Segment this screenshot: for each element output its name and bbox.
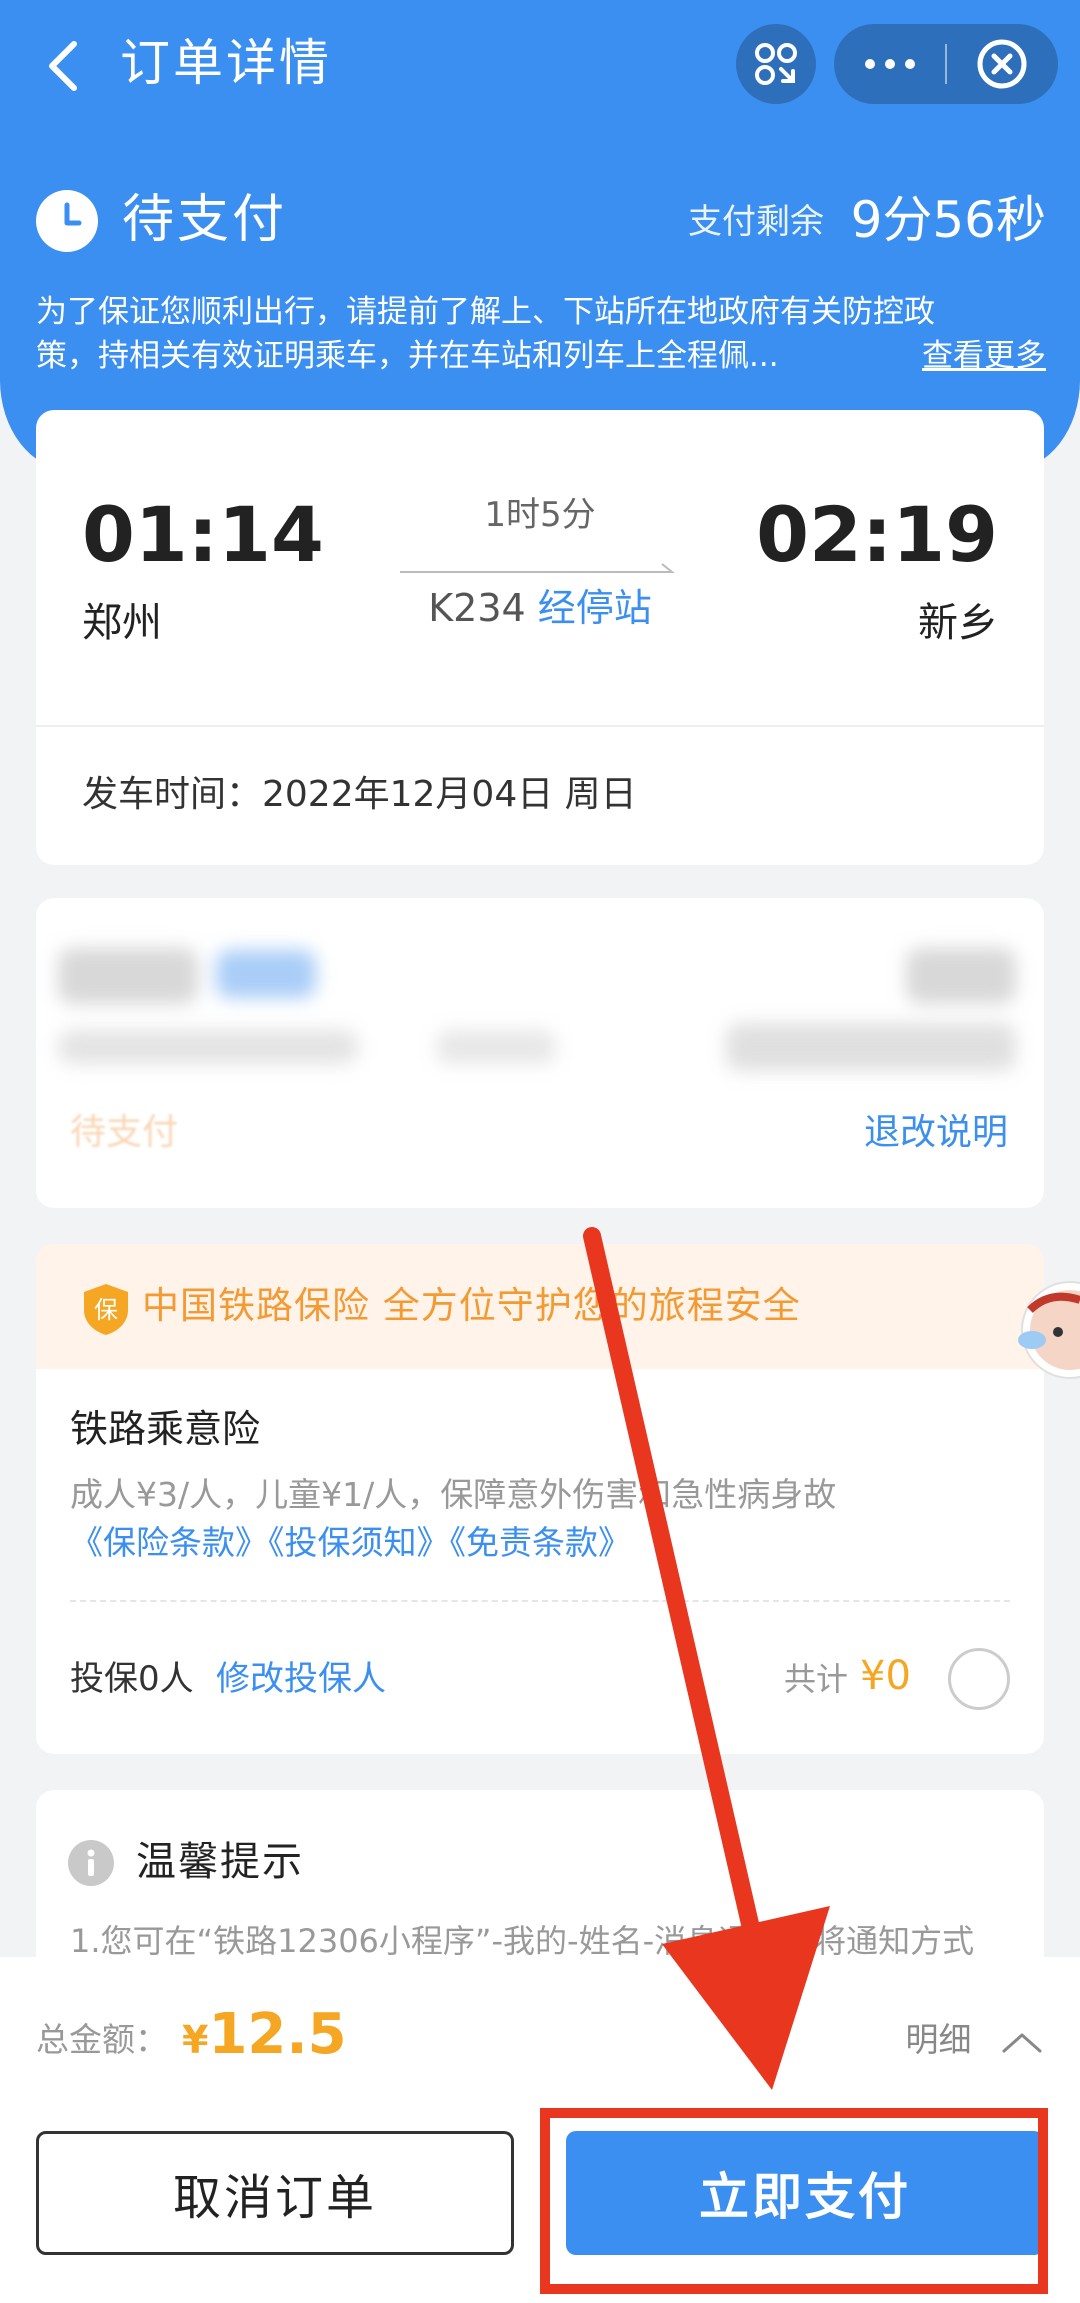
- info-icon: [68, 1840, 114, 1886]
- cancel-order-button[interactable]: 取消订单: [36, 2131, 514, 2255]
- nav-bar: 订单详情: [0, 0, 1080, 130]
- remaining-label: 支付剩余: [688, 202, 824, 242]
- back-button[interactable]: [36, 30, 96, 100]
- dashed-divider: [70, 1600, 1010, 1602]
- departure-station: 郑州: [82, 600, 162, 646]
- close-circle-icon: [977, 39, 1027, 89]
- redacted-ticket-type: [216, 950, 316, 998]
- more-dots-icon: [865, 59, 915, 69]
- departure-datetime: 发车时间：2022年12月04日 周日: [82, 774, 637, 815]
- divider: [36, 725, 1044, 727]
- insurance-terms-links[interactable]: 《保险条款》《投保须知》《免责条款》: [70, 1520, 631, 1566]
- refund-rules-link[interactable]: 退改说明: [864, 1108, 1008, 1158]
- direction-arrow-icon: [400, 563, 675, 573]
- total-label: 总金额：: [36, 2020, 168, 2059]
- total-amount: ¥12.5: [182, 1997, 347, 2086]
- redacted-seat-number: [726, 1023, 1016, 1071]
- passenger-status: 待支付: [70, 1112, 179, 1153]
- insurance-product-title: 铁路乘意险: [70, 1407, 261, 1451]
- modify-insured-link[interactable]: 修改投保人: [216, 1654, 386, 1704]
- redacted-passenger-name: [58, 948, 198, 1004]
- trip-card: 01:14 郑州 1时5分 K234 经停站 02:19 新乡 发车时间：2022…: [36, 410, 1044, 865]
- insurance-banner: 保 中国铁路保险 全方位守护您的旅程安全: [36, 1244, 1044, 1369]
- insurance-card: 保 中国铁路保险 全方位守护您的旅程安全 铁路乘意险 成人¥3/人，儿童¥1/人…: [36, 1244, 1044, 1754]
- insurance-total-value: ¥0: [860, 1653, 911, 1699]
- shield-icon: 保: [84, 1284, 128, 1335]
- chevron-up-icon: [1002, 2033, 1042, 2052]
- mini-program-capsule: [834, 24, 1058, 104]
- redacted-seat-price: [906, 948, 1016, 1004]
- insurance-total-label: 共计: [784, 1660, 849, 1698]
- notice-line-2: 策，持相关有效证明乘车，并在车站和列车上全程佩...: [36, 338, 779, 374]
- clock-icon: [36, 190, 98, 252]
- passenger-card: 待支付 退改说明: [36, 898, 1044, 1208]
- total-amount-value: 12.5: [208, 2002, 347, 2067]
- train-number: K234: [428, 586, 526, 630]
- see-more-link[interactable]: 查看更多: [922, 334, 1046, 378]
- epidemic-notice: 为了保证您顺利出行，请提前了解上、下站所在地政府有关防控政 策，持相关有效证明乘…: [36, 290, 1046, 378]
- notice-line-2-row: 策，持相关有效证明乘车，并在车站和列车上全程佩... 查看更多: [36, 334, 1046, 378]
- insurance-description: 成人¥3/人，儿童¥1/人，保障意外伤害和急性病身故: [70, 1475, 837, 1514]
- close-button[interactable]: [946, 24, 1058, 104]
- redacted-seat-info: [436, 1030, 556, 1064]
- scan-icon: [755, 43, 797, 85]
- insured-count: 投保0人: [70, 1659, 194, 1699]
- redacted-id-number: [58, 1030, 358, 1064]
- trip-duration: 1时5分: [484, 495, 596, 535]
- scan-button[interactable]: [736, 24, 816, 104]
- tips-title: 温馨提示: [136, 1839, 304, 1885]
- shield-badge-text: 保: [94, 1296, 118, 1324]
- highlight-box: [540, 2108, 1048, 2294]
- price-detail-toggle[interactable]: 明细: [906, 2015, 1045, 2065]
- stops-link[interactable]: 经停站: [538, 586, 652, 630]
- page-title: 订单详情: [120, 34, 332, 92]
- remaining-time: 9分56秒: [850, 191, 1046, 249]
- order-status: 待支付: [122, 190, 288, 250]
- arrival-time: 02:19: [756, 490, 998, 579]
- notice-line-1: 为了保证您顺利出行，请提前了解上、下站所在地政府有关防控政: [36, 294, 935, 330]
- currency-symbol: ¥: [182, 2018, 209, 2062]
- departure-time: 01:14: [82, 490, 324, 579]
- detail-label: 明细: [905, 2020, 972, 2059]
- more-button[interactable]: [834, 24, 946, 104]
- insurance-slogan: 中国铁路保险 全方位守护您的旅程安全: [142, 1284, 801, 1327]
- train-info: K234 经停站: [400, 580, 680, 636]
- arrival-station: 新乡: [918, 600, 998, 646]
- insurance-checkbox[interactable]: [948, 1648, 1010, 1710]
- chevron-left-icon: [49, 41, 77, 91]
- mascot-icon[interactable]: [1010, 1270, 1080, 1400]
- order-status-row: 待支付 支付剩余 9分56秒: [36, 185, 1046, 255]
